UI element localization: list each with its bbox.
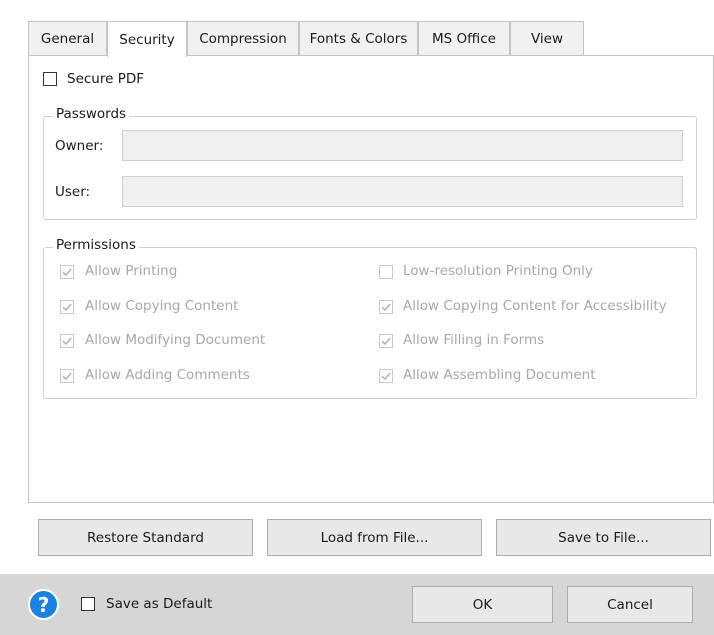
allow-adding-comments-checkbox[interactable] (60, 369, 74, 383)
tab-view[interactable]: View (510, 21, 584, 56)
tab-general[interactable]: General (28, 21, 107, 56)
restore-standard-button[interactable]: Restore Standard (38, 519, 253, 556)
save-as-default-label: Save as Default (106, 596, 213, 612)
secure-pdf-checkbox[interactable] (43, 72, 57, 86)
low-resolution-printing-label: Low-resolution Printing Only (403, 263, 593, 279)
allow-filling-forms-label: Allow Filling in Forms (403, 332, 545, 348)
permissions-legend: Permissions (53, 237, 139, 253)
allow-printing-checkbox[interactable] (60, 265, 74, 279)
allow-copying-accessibility-checkbox[interactable] (379, 300, 393, 314)
tab-compression[interactable]: Compression (187, 21, 299, 56)
cancel-button[interactable]: Cancel (567, 586, 693, 623)
allow-printing-label: Allow Printing (85, 263, 178, 279)
owner-label: Owner: (55, 138, 104, 154)
low-resolution-printing-checkbox[interactable] (379, 265, 393, 279)
user-label: User: (55, 184, 91, 200)
passwords-legend: Passwords (53, 106, 130, 122)
allow-modifying-document-label: Allow Modifying Document (85, 332, 266, 348)
allow-copying-accessibility-label: Allow Copying Content for Accessibility (403, 298, 667, 314)
help-icon[interactable]: ? (28, 589, 59, 620)
allow-assembling-document-label: Allow Assembling Document (403, 367, 596, 383)
tab-ms-office[interactable]: MS Office (418, 21, 510, 56)
save-to-file-button[interactable]: Save to File... (496, 519, 711, 556)
owner-password-field[interactable] (122, 130, 683, 161)
allow-adding-comments-label: Allow Adding Comments (85, 367, 250, 383)
secure-pdf-label: Secure PDF (67, 71, 145, 87)
allow-modifying-document-checkbox[interactable] (60, 334, 74, 348)
tab-fonts-colors[interactable]: Fonts & Colors (299, 21, 418, 56)
save-as-default-checkbox[interactable] (81, 597, 95, 611)
user-password-field[interactable] (122, 176, 683, 207)
security-panel: Secure PDF Passwords Owner: User: Permis… (28, 55, 714, 503)
ok-button[interactable]: OK (412, 586, 553, 623)
allow-filling-forms-checkbox[interactable] (379, 334, 393, 348)
load-from-file-button[interactable]: Load from File... (267, 519, 482, 556)
allow-copying-content-label: Allow Copying Content (85, 298, 239, 314)
allow-copying-content-checkbox[interactable] (60, 300, 74, 314)
allow-assembling-document-checkbox[interactable] (379, 369, 393, 383)
tab-security[interactable]: Security (107, 21, 187, 57)
dialog-footer: ? Save as Default OK Cancel (0, 574, 714, 635)
